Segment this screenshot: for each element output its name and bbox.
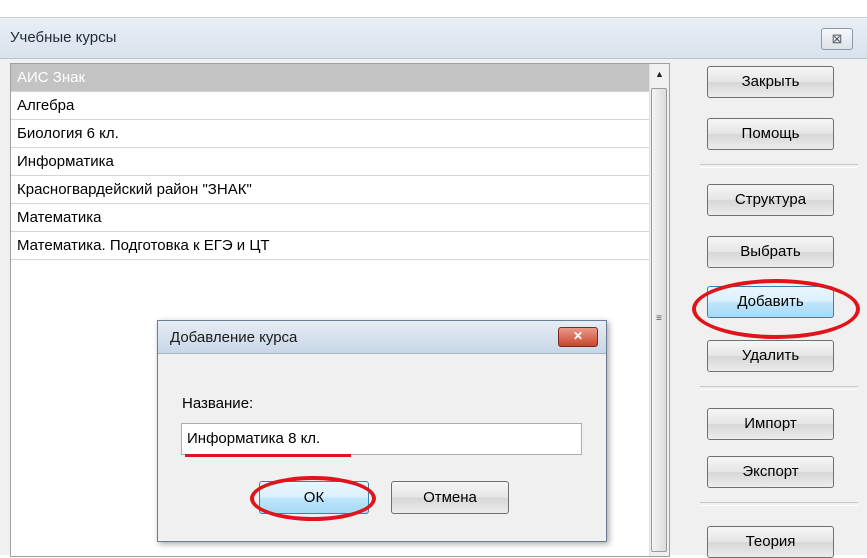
- annotation-circle: [250, 476, 376, 521]
- scroll-thumb[interactable]: ≡: [651, 88, 667, 552]
- list-item[interactable]: Математика. Подготовка к ЕГЭ и ЦТ: [11, 232, 649, 260]
- dialog-close-button[interactable]: ✕: [558, 327, 598, 347]
- name-input[interactable]: Информатика 8 кл.: [181, 423, 582, 455]
- delete-button[interactable]: Удалить: [707, 340, 834, 372]
- import-button[interactable]: Импорт: [707, 408, 834, 440]
- dialog-titlebar: Добавление курса ✕: [158, 321, 606, 354]
- separator: [700, 386, 858, 390]
- list-item[interactable]: Биология 6 кл.: [11, 120, 649, 148]
- window-close-button[interactable]: ⊠: [821, 28, 853, 50]
- grip-icon: ≡: [656, 313, 662, 324]
- window-title: Учебные курсы: [10, 29, 117, 46]
- name-label: Название:: [182, 395, 254, 412]
- export-button[interactable]: Экспорт: [707, 456, 834, 488]
- add-course-dialog: Добавление курса ✕ Название: Информатика…: [157, 320, 607, 542]
- courses-window: Учебные курсы ⊠ АИС Знак Алгебра Биологи…: [0, 17, 867, 558]
- help-button[interactable]: Помощь: [707, 118, 834, 150]
- list-item[interactable]: Математика: [11, 204, 649, 232]
- annotation-circle: [692, 279, 860, 339]
- theory-button[interactable]: Теория: [707, 526, 834, 558]
- list-scrollbar[interactable]: ▲ ≡: [649, 64, 669, 556]
- window-titlebar: Учебные курсы ⊠: [0, 18, 867, 59]
- select-button[interactable]: Выбрать: [707, 236, 834, 268]
- scroll-up-arrow-icon[interactable]: ▲: [651, 66, 668, 83]
- close-button[interactable]: Закрыть: [707, 66, 834, 98]
- annotation-underline: [185, 454, 351, 457]
- list-item[interactable]: Красногвардейский район "ЗНАК": [11, 176, 649, 204]
- list-item[interactable]: Информатика: [11, 148, 649, 176]
- structure-button[interactable]: Структура: [707, 184, 834, 216]
- list-item[interactable]: АИС Знак: [11, 64, 649, 92]
- separator: [700, 502, 858, 506]
- separator: [700, 164, 858, 168]
- dialog-title: Добавление курса: [170, 329, 298, 346]
- cancel-button[interactable]: Отмена: [391, 481, 509, 514]
- list-item[interactable]: Алгебра: [11, 92, 649, 120]
